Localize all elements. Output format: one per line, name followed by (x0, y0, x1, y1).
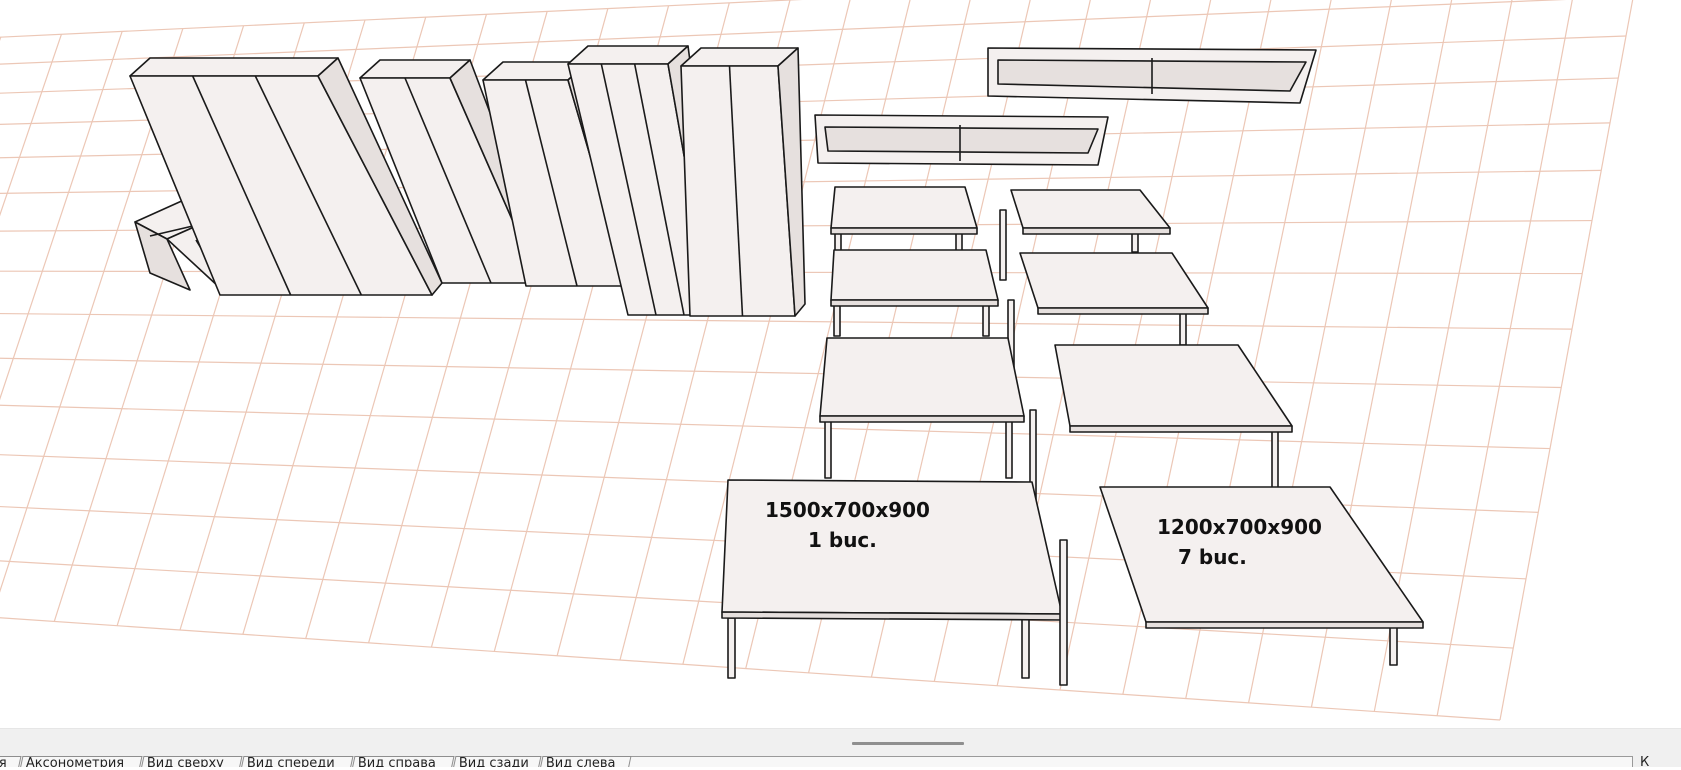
desk-leg (1059, 539, 1068, 686)
desk-top-edge (830, 227, 978, 235)
furniture-group[interactable] (129, 45, 1424, 686)
wall-shelf-recess (824, 126, 1099, 154)
desk-top-edge (1069, 425, 1293, 433)
desk-leg (1389, 624, 1398, 666)
desk-top-edge (819, 415, 1025, 423)
desk-top (1099, 486, 1424, 623)
grid-line (0, 357, 1562, 389)
grid-line (1436, 0, 1573, 716)
desk-top (830, 186, 978, 229)
view-tab-strip: я Аксонометрия Вид сверху Вид спереди Ви… (0, 756, 1681, 767)
desk-top-edge (830, 299, 999, 307)
table-label-count-1: 1 buc. (808, 528, 877, 552)
desk-leg (824, 419, 832, 479)
tab-back-view[interactable]: Вид сзади (452, 756, 542, 767)
desk-top (830, 249, 999, 301)
table-label-size-2: 1200x700x900 (1157, 515, 1322, 539)
grid-line (0, 34, 62, 217)
tab-front-view[interactable]: Вид спереди (240, 756, 354, 767)
grid-line (0, 36, 2, 42)
wardrobe-front (680, 65, 796, 317)
table-label-count-2: 7 buc. (1178, 545, 1247, 569)
grid-line (0, 0, 1567, 65)
desk-leg (1179, 309, 1187, 346)
desk-top-edge (1145, 621, 1424, 629)
desk-top (1010, 189, 1171, 229)
desk-top-edge (721, 611, 1063, 621)
grid-line (1499, 0, 1634, 721)
desk-top (819, 337, 1025, 417)
tab-right-fragment[interactable]: К (1640, 756, 1649, 769)
panel-splitter-handle[interactable] (852, 742, 964, 745)
3d-viewport[interactable]: 1500x700x900 1 buc. 1200x700x900 7 buc. (0, 0, 1681, 728)
table-label-size-1: 1500x700x900 (765, 498, 930, 522)
desk-leg (727, 617, 736, 679)
wardrobe-top (129, 57, 339, 77)
bottom-panel: я Аксонометрия Вид сверху Вид спереди Ви… (0, 728, 1681, 769)
tab-left-view[interactable]: Вид слева (539, 756, 632, 767)
desk-leg (1005, 419, 1013, 479)
desk-leg (1021, 617, 1030, 679)
tab-right-view[interactable]: Вид справа (351, 756, 455, 767)
desk-top-edge (1037, 307, 1209, 315)
desk-leg (1271, 429, 1279, 491)
desk-leg (999, 209, 1007, 281)
grid-line (0, 31, 123, 401)
grid-line (0, 404, 1551, 450)
tab-top-view[interactable]: Вид сверху (140, 756, 243, 767)
desk-top (1019, 252, 1209, 309)
tab-left-fragment[interactable]: я (0, 756, 22, 767)
desk-top-edge (1022, 227, 1171, 235)
tab-axonometry[interactable]: Аксонометрия (19, 756, 143, 767)
